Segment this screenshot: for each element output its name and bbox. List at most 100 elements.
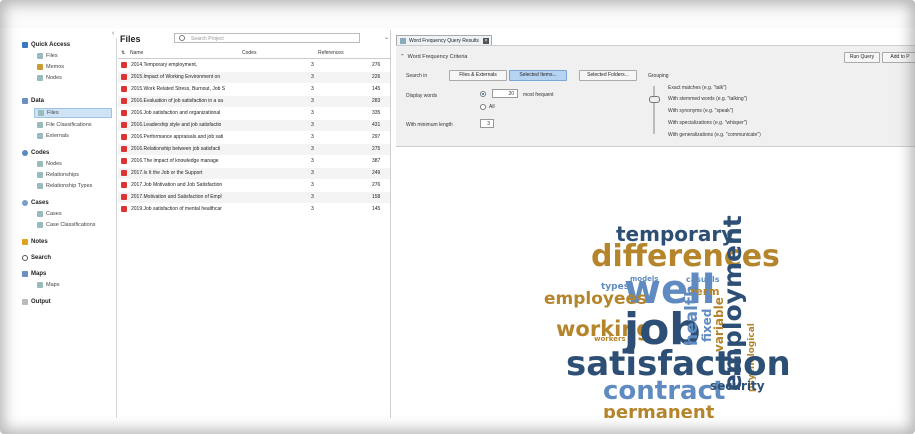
table-row[interactable]: 2016.Leadership style and job satisfacti… (118, 120, 390, 131)
table-row[interactable]: 2014.Temporary employment, 3 276 (118, 60, 390, 71)
file-name: 2017.Motivation and Satisfaction of Empl (131, 194, 222, 200)
table-row[interactable]: 2016.Relationship between job satisfacti… (118, 144, 390, 155)
nav-item-case-classifications[interactable]: Case Classifications (34, 221, 99, 229)
pdf-icon (121, 98, 127, 104)
run-query-button[interactable]: Run Query (844, 52, 880, 63)
map-icon (37, 282, 43, 288)
search-icon (22, 255, 28, 261)
file-codes: 3 (311, 194, 314, 200)
table-row[interactable]: 2016.Evaluation of job satisfaction in a… (118, 96, 390, 107)
nav-item-relationship-types[interactable]: Relationship Types (34, 182, 95, 190)
relationships-icon (37, 172, 43, 178)
files-table-header: ⇅ Name Codes References (118, 49, 390, 59)
all-radio[interactable] (480, 104, 486, 110)
table-row[interactable]: 2015.Impact of Working Environment on 3 22… (118, 72, 390, 83)
table-row[interactable]: 2015.Work Related Stress, Burnout, Job S… (118, 84, 390, 95)
classification-icon (37, 122, 43, 128)
navigation-pane: Quick Access Files Memos Nodes Data File… (16, 38, 117, 418)
column-header-name[interactable]: Name (130, 50, 143, 56)
nav-item-externals[interactable]: Externals (34, 132, 72, 140)
file-references: 275 (372, 146, 381, 152)
sort-icon[interactable]: ⇅ (121, 50, 125, 56)
nav-section-data[interactable]: Data (22, 98, 44, 104)
file-codes: 3 (311, 110, 314, 116)
nav-item-data-files[interactable]: Files (34, 108, 112, 118)
collapse-nav-icon[interactable]: ‹ (112, 30, 114, 37)
table-row[interactable]: 2017.Motivation and Satisfaction of Empl… (118, 192, 390, 203)
pdf-icon (121, 194, 127, 200)
word-workers: workers (594, 335, 626, 343)
selected-folders-button[interactable]: Selected Folders... (579, 70, 637, 81)
files-icon (37, 53, 43, 59)
nav-section-quick-access[interactable]: Quick Access (22, 42, 70, 48)
table-row[interactable]: 2016.Performance appraisals and job sati… (118, 132, 390, 143)
search-input[interactable]: Search Project (174, 33, 360, 43)
file-name: 2016.The impact of knowledge manage (131, 158, 219, 164)
display-count-stepper[interactable]: 20 (492, 89, 518, 98)
nav-item-codes-nodes[interactable]: Nodes (34, 160, 65, 168)
column-header-references[interactable]: References (318, 50, 344, 56)
criteria-header[interactable]: ⌃ Word Frequency Criteria (400, 54, 467, 60)
nav-item-files[interactable]: Files (34, 52, 61, 60)
file-references: 145 (372, 86, 381, 92)
file-references: 226 (372, 74, 381, 80)
column-header-codes[interactable]: Codes (242, 50, 256, 56)
file-references: 431 (372, 122, 381, 128)
files-title: Files (120, 34, 141, 44)
file-name: 2019.Job satisfaction of mental healthca… (131, 206, 222, 212)
grouping-slider-handle[interactable] (649, 96, 660, 103)
externals-icon (37, 133, 43, 139)
nav-section-output[interactable]: Output (22, 299, 51, 305)
cases-icon (22, 200, 28, 206)
word-permanent: permanent (603, 402, 715, 419)
chevron-down-icon[interactable]: ⌄ (384, 34, 389, 41)
nav-section-cases[interactable]: Cases (22, 200, 49, 206)
files-icon (38, 110, 44, 116)
nav-item-memos[interactable]: Memos (34, 63, 67, 71)
notes-icon (22, 239, 28, 245)
maps-icon (22, 271, 28, 277)
file-codes: 3 (311, 122, 314, 128)
tab-word-frequency-results[interactable]: Word Frequency Query Results × (396, 35, 492, 45)
nav-section-search[interactable]: Search (22, 255, 51, 261)
files-panel: Files Search Project ⌄ ⇅ Name Codes Refe… (118, 30, 391, 418)
nav-section-codes[interactable]: Codes (22, 150, 49, 156)
min-length-label: With minimum length (406, 122, 453, 128)
file-name: 2016.Evaluation of job satisfaction in a… (131, 98, 224, 104)
table-row[interactable]: 2017.Is It the Job or the Support 3 249 (118, 168, 390, 179)
nav-section-maps[interactable]: Maps (22, 271, 46, 277)
table-row[interactable]: 2016.The impact of knowledge manage 3 387 (118, 156, 390, 167)
nav-section-notes[interactable]: Notes (22, 239, 48, 245)
pdf-icon (121, 62, 127, 68)
file-codes: 3 (311, 62, 314, 68)
nav-item-relationships[interactable]: Relationships (34, 171, 82, 179)
table-row[interactable]: 2019.Job satisfaction of mental healthca… (118, 204, 390, 215)
selected-items-button[interactable]: Selected Items... (509, 70, 567, 81)
nodes-icon (37, 161, 43, 167)
add-to-project-button[interactable]: Add to P (882, 52, 915, 63)
pdf-icon (121, 74, 127, 80)
most-frequent-radio[interactable] (480, 91, 486, 97)
pdf-icon (121, 182, 127, 188)
table-row[interactable]: 2016.Job satisfaction and organizational… (118, 108, 390, 119)
grouping-slider[interactable] (649, 86, 660, 134)
cases-item-icon (37, 211, 43, 217)
memos-icon (37, 64, 43, 70)
pdf-icon (121, 86, 127, 92)
table-row[interactable]: 2017.Job Motivation and Job Satisfaction… (118, 180, 390, 191)
close-icon[interactable]: × (483, 38, 489, 44)
search-icon (179, 35, 185, 41)
grouping-option-exact: Exact matches (e.g. "talk") (668, 85, 727, 91)
file-name: 2016.Job satisfaction and organizational (131, 110, 221, 116)
classification-icon (37, 222, 43, 228)
output-icon (22, 299, 28, 305)
nav-item-maps[interactable]: Maps (34, 281, 62, 289)
file-references: 158 (372, 194, 381, 200)
min-length-stepper[interactable]: 3 (480, 119, 494, 128)
top-strip (0, 0, 915, 28)
nav-item-file-classifications[interactable]: File Classifications (34, 121, 95, 129)
word-health: health (682, 284, 702, 346)
nav-item-cases[interactable]: Cases (34, 210, 65, 218)
nav-item-nodes[interactable]: Nodes (34, 74, 65, 82)
files-externals-button[interactable]: Files & Externals (449, 70, 507, 81)
